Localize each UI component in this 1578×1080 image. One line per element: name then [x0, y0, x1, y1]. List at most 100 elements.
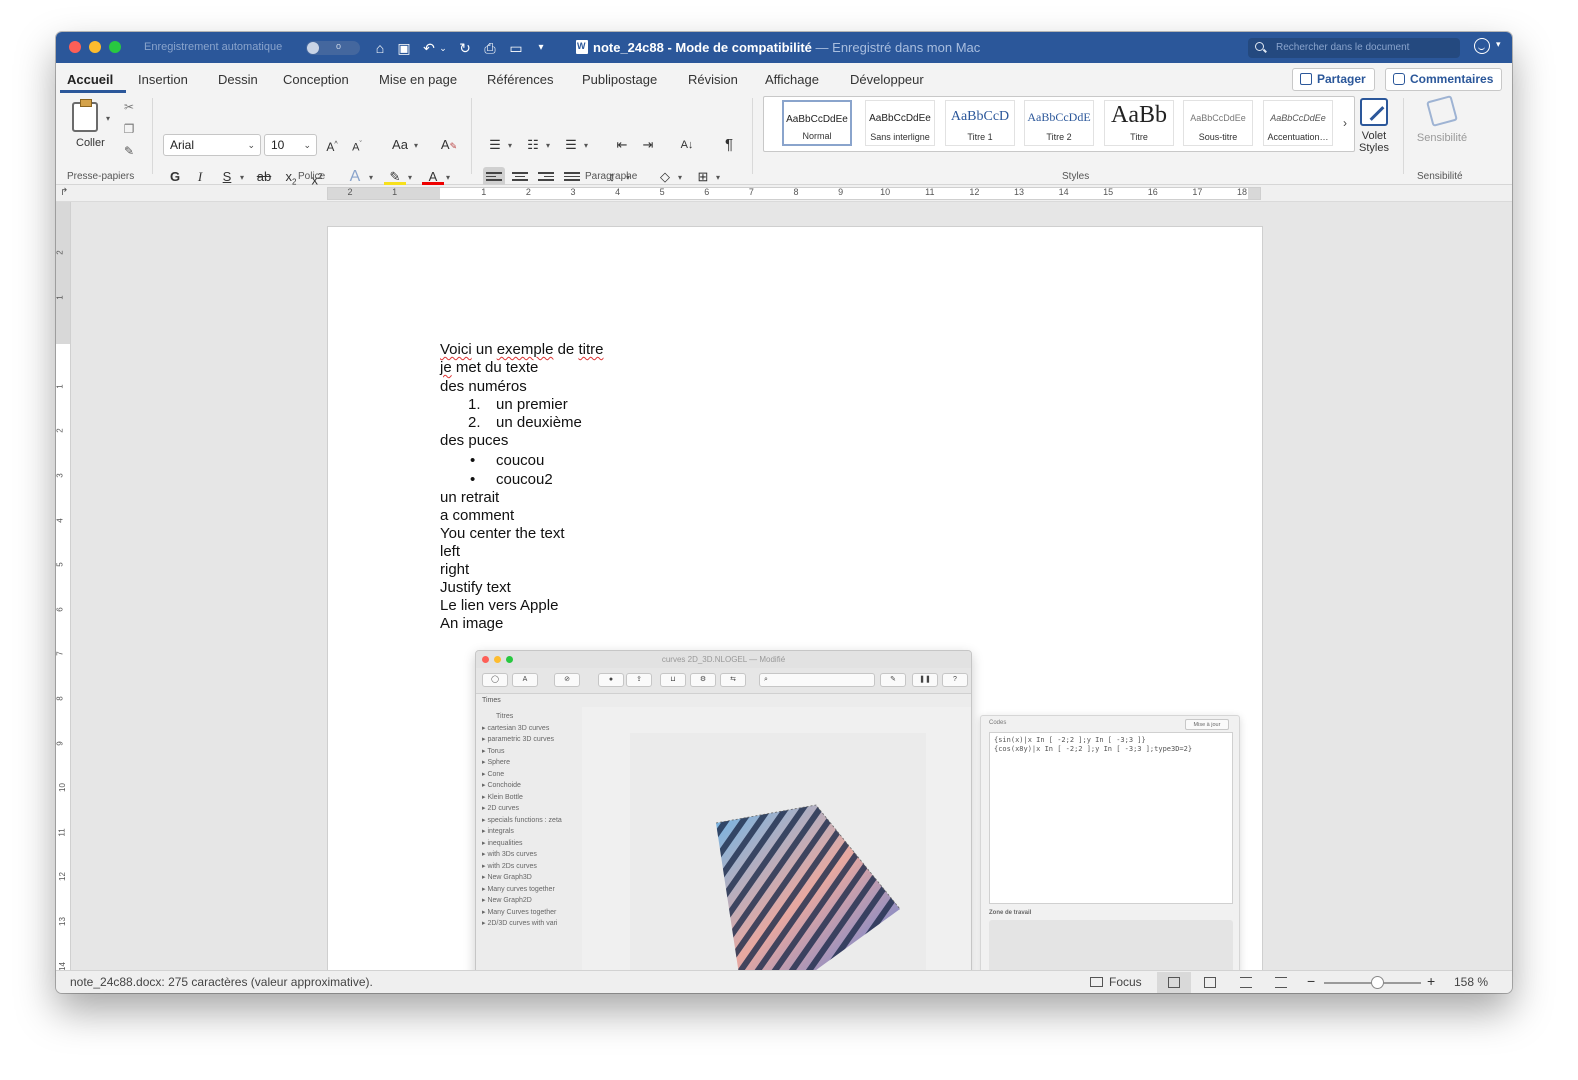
- customize-icon[interactable]: ▭: [506, 38, 526, 58]
- align-left-button[interactable]: [483, 167, 505, 187]
- text-line[interactable]: An image: [440, 615, 503, 633]
- underline-icon[interactable]: S: [216, 167, 238, 187]
- show-formatting-icon[interactable]: ¶: [718, 135, 740, 155]
- horizontal-ruler[interactable]: 2 1 1 2 3 4 5 6 7 8 9 10 11 12 13 14 15 16 17 18: [327, 187, 1261, 200]
- multilevel-list-icon[interactable]: ☰: [560, 135, 582, 155]
- text-line[interactable]: left: [440, 543, 460, 561]
- autosave-toggle[interactable]: o: [306, 41, 360, 55]
- bullet-list-icon[interactable]: ☰: [484, 135, 506, 155]
- styles-pane-button[interactable]: Volet Styles: [1356, 98, 1392, 154]
- close-window-button[interactable]: [69, 41, 81, 53]
- chevron-down-icon[interactable]: ▾: [446, 173, 450, 182]
- tab-references[interactable]: Références: [487, 72, 553, 87]
- word-count-status[interactable]: note_24c88.docx: 275 caractères (valeur …: [70, 975, 373, 989]
- comments-button[interactable]: Commentaires: [1385, 68, 1503, 91]
- highlight-icon[interactable]: ✎: [384, 167, 406, 185]
- chevron-down-icon[interactable]: ▾: [408, 173, 412, 182]
- tab-conception[interactable]: Conception: [283, 72, 349, 87]
- style-sans-interligne[interactable]: AaBbCcDdEe Sans interligne: [865, 100, 935, 146]
- tab-insertion[interactable]: Insertion: [138, 72, 188, 87]
- tab-selector-icon[interactable]: ↱: [60, 187, 68, 198]
- focus-button[interactable]: Focus: [1090, 975, 1142, 989]
- more-commands-icon[interactable]: ▾: [534, 38, 548, 58]
- numbered-item[interactable]: un premier: [496, 396, 568, 414]
- italic-icon[interactable]: I: [189, 167, 211, 187]
- text-line[interactable]: je met du texte: [440, 359, 538, 377]
- print-icon[interactable]: ⎙: [480, 38, 500, 58]
- text-line[interactable]: des puces: [440, 432, 508, 450]
- clear-formatting-icon[interactable]: A✎: [438, 135, 460, 155]
- zoom-slider-knob[interactable]: [1371, 976, 1384, 989]
- undo-chevron-icon[interactable]: ⌄: [438, 38, 448, 58]
- tab-revision[interactable]: Révision: [688, 72, 738, 87]
- style-accentuation[interactable]: AaBbCcDdEe Accentuation…: [1263, 100, 1333, 146]
- styles-more-chevron-icon[interactable]: ›: [1343, 116, 1347, 130]
- chevron-down-icon[interactable]: ▾: [508, 141, 512, 150]
- web-layout-view-button[interactable]: [1193, 972, 1227, 993]
- sort-icon[interactable]: A↓: [676, 135, 698, 155]
- vertical-ruler[interactable]: 2 1 1 2 3 4 5 6 7 8 9 10 11 12 13 14: [56, 202, 71, 970]
- chevron-down-icon[interactable]: ▾: [546, 141, 550, 150]
- home-icon[interactable]: ⌂: [370, 38, 390, 58]
- chevron-down-icon[interactable]: ▾: [369, 173, 373, 182]
- chevron-down-icon[interactable]: ▾: [678, 173, 682, 182]
- sensitivity-button[interactable]: Sensibilité: [1411, 95, 1473, 144]
- chevron-down-icon[interactable]: ▾: [1496, 39, 1501, 50]
- share-button[interactable]: Partager: [1292, 68, 1375, 91]
- change-case-icon[interactable]: Aa: [386, 135, 414, 155]
- style-titre[interactable]: AaBb Titre: [1104, 100, 1174, 146]
- outline-view-button[interactable]: [1229, 972, 1263, 993]
- copy-icon[interactable]: ❐: [122, 122, 136, 136]
- document-search-input[interactable]: Rechercher dans le document: [1248, 38, 1460, 58]
- justify-button[interactable]: [561, 167, 583, 187]
- chevron-down-icon[interactable]: ▾: [414, 141, 418, 150]
- text-line[interactable]: des numéros: [440, 378, 527, 396]
- zoom-window-button[interactable]: [109, 41, 121, 53]
- strikethrough-icon[interactable]: ab: [253, 167, 275, 187]
- zoom-percent[interactable]: 158 %: [1454, 975, 1488, 989]
- chevron-down-icon[interactable]: ▾: [584, 141, 588, 150]
- tab-dessin[interactable]: Dessin: [218, 72, 258, 87]
- minimize-window-button[interactable]: [89, 41, 101, 53]
- increase-indent-icon[interactable]: ⇥: [637, 135, 659, 155]
- numbered-item[interactable]: un deuxième: [496, 414, 582, 432]
- embedded-image[interactable]: curves 2D_3D.NLOGEL — Modifié ◯ A ⊘ ● ⇪ …: [475, 650, 1241, 970]
- bullet-item[interactable]: coucou: [496, 452, 544, 470]
- text-line[interactable]: You center the text: [440, 525, 565, 543]
- chevron-down-icon[interactable]: ▾: [240, 173, 244, 182]
- font-size-select[interactable]: 10 ⌄: [264, 134, 317, 156]
- style-normal[interactable]: AaBbCcDdEe Normal: [782, 100, 852, 146]
- decrease-indent-icon[interactable]: ⇤: [611, 135, 633, 155]
- bold-icon[interactable]: G: [164, 167, 186, 187]
- chevron-down-icon[interactable]: ▾: [716, 173, 720, 182]
- align-center-button[interactable]: [509, 167, 531, 187]
- cut-icon[interactable]: ✂: [122, 100, 136, 114]
- shrink-font-icon[interactable]: Aˇ: [346, 135, 368, 155]
- align-right-button[interactable]: [535, 167, 557, 187]
- feedback-smiley-icon[interactable]: [1474, 38, 1490, 54]
- tab-mise-en-page[interactable]: Mise en page: [379, 72, 457, 87]
- title-line[interactable]: Voici un exemple de titre: [440, 341, 603, 359]
- undo-icon[interactable]: ↶: [420, 38, 438, 58]
- text-effects-icon[interactable]: A: [344, 167, 366, 187]
- print-layout-view-button[interactable]: [1157, 972, 1191, 993]
- grow-font-icon[interactable]: A^: [321, 135, 343, 155]
- document-page[interactable]: Voici un exemple de titre je met du text…: [328, 227, 1262, 970]
- style-sous-titre[interactable]: AaBbCcDdEe Sous-titre: [1183, 100, 1253, 146]
- style-titre-2[interactable]: AaBbCcDdE Titre 2: [1024, 100, 1094, 146]
- borders-icon[interactable]: ⊞: [692, 167, 714, 187]
- text-line[interactable]: right: [440, 561, 469, 579]
- font-color-icon[interactable]: A: [422, 167, 444, 185]
- paste-chevron-icon[interactable]: ▾: [106, 114, 110, 123]
- style-titre-1[interactable]: AaBbCcD Titre 1: [945, 100, 1015, 146]
- draft-view-button[interactable]: [1264, 972, 1298, 993]
- numbered-list-icon[interactable]: ☷: [522, 135, 544, 155]
- tab-publipostage[interactable]: Publipostage: [582, 72, 657, 87]
- tab-accueil[interactable]: Accueil: [67, 72, 113, 87]
- paste-icon[interactable]: [72, 99, 98, 132]
- save-icon[interactable]: ▣: [394, 38, 414, 58]
- zoom-in-button[interactable]: +: [1427, 973, 1435, 989]
- shading-icon[interactable]: ◇: [654, 167, 676, 187]
- zoom-out-button[interactable]: −: [1307, 973, 1315, 989]
- bullet-item[interactable]: coucou2: [496, 471, 553, 489]
